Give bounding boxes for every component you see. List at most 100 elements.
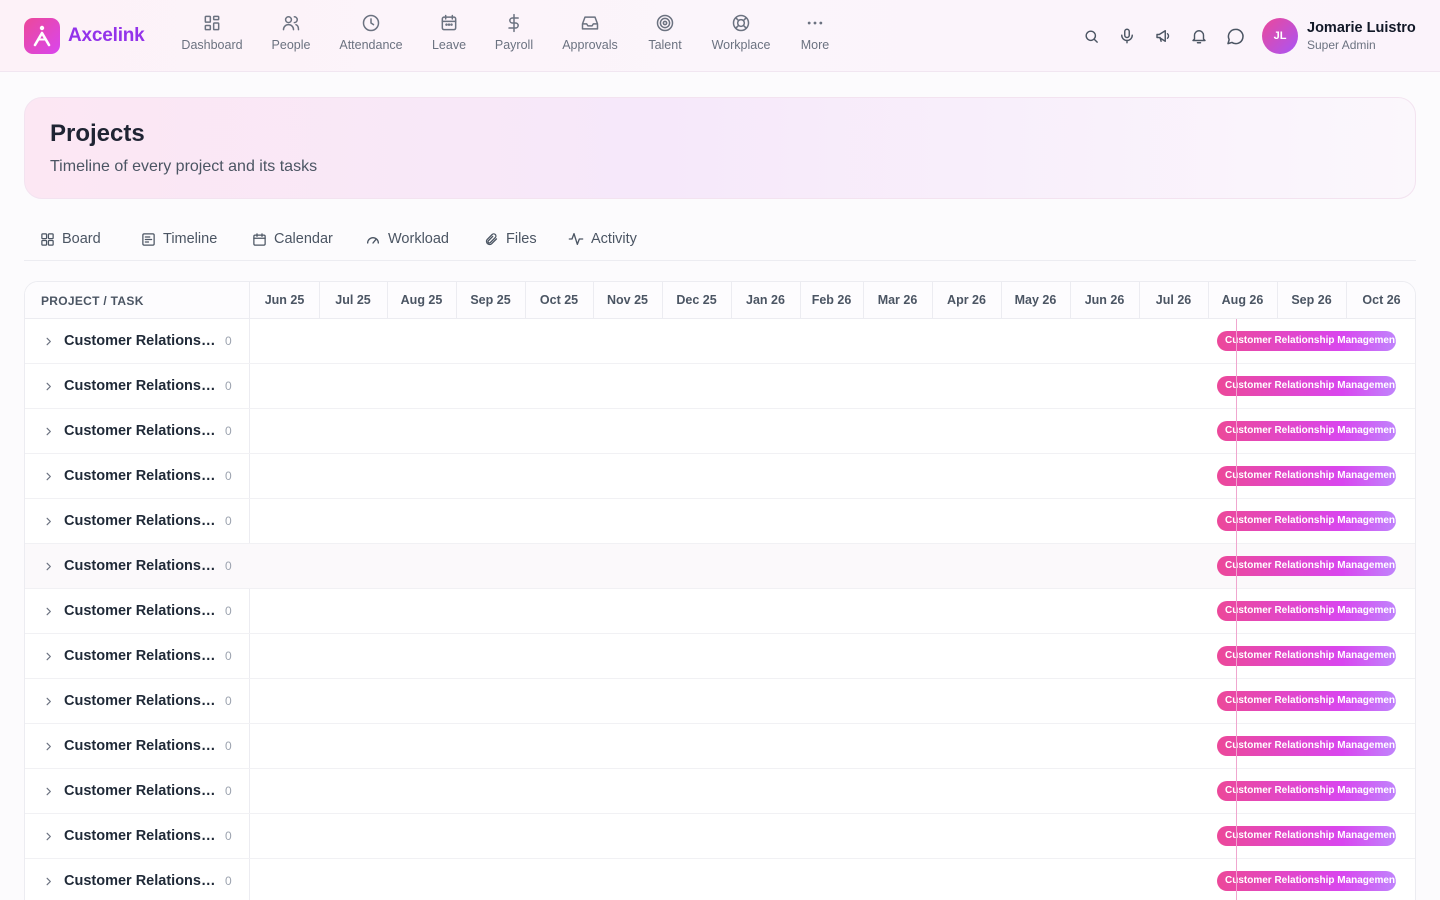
more-icon: [804, 12, 826, 34]
month-label: Sep 26: [1291, 293, 1332, 307]
project-name[interactable]: Customer Relationsh...: [64, 828, 220, 844]
project-name[interactable]: Customer Relationsh...: [64, 783, 220, 799]
project-name[interactable]: Customer Relationsh...: [64, 378, 220, 394]
project-name[interactable]: Customer Relationsh...: [64, 603, 220, 619]
month-label: Mar 26: [877, 293, 918, 307]
avatar[interactable]: JL: [1262, 18, 1298, 54]
table-row[interactable]: Customer Relationsh... 0 Customer Relation…: [25, 634, 1415, 679]
table-row[interactable]: Customer Relationsh... 0 Customer Relation…: [25, 409, 1415, 454]
chevron-right-icon[interactable]: [41, 874, 55, 888]
task-count: 0: [225, 604, 232, 618]
brand[interactable]: Axcelink: [24, 18, 145, 54]
top-bar: Axcelink Dashboard People Attendance Lea…: [0, 0, 1440, 72]
table-row[interactable]: Customer Relationsh... 0 Customer Relation…: [25, 859, 1415, 900]
tab-board[interactable]: Board: [38, 227, 101, 251]
project-bar[interactable]: Customer Relationship Management: [1217, 421, 1396, 441]
project-bar[interactable]: Customer Relationship Management: [1217, 511, 1396, 531]
table-row[interactable]: Customer Relationsh... 0 Customer Relation…: [25, 679, 1415, 724]
chevron-right-icon[interactable]: [41, 694, 55, 708]
chevron-right-icon[interactable]: [41, 604, 55, 618]
tab-timeline[interactable]: Timeline: [139, 227, 217, 251]
nav-attendance[interactable]: Attendance: [337, 12, 405, 58]
project-bar[interactable]: Customer Relationship Management: [1217, 376, 1396, 396]
project-bar[interactable]: Customer Relationship Management: [1217, 646, 1396, 666]
megaphone-icon[interactable]: [1151, 24, 1175, 48]
project-name[interactable]: Customer Relationsh...: [64, 558, 220, 574]
table-row[interactable]: Customer Relationsh... 0 Customer Relation…: [25, 769, 1415, 814]
page-subtitle: Timeline of every project and its tasks: [50, 158, 318, 175]
project-bar[interactable]: Customer Relationship Management: [1217, 331, 1396, 351]
chevron-right-icon[interactable]: [41, 424, 55, 438]
table-row[interactable]: Customer Relationsh... 0 Customer Relation…: [25, 544, 1415, 589]
project-name[interactable]: Customer Relationsh...: [64, 738, 220, 754]
project-bar[interactable]: Customer Relationship Management: [1217, 601, 1396, 621]
project-name[interactable]: Customer Relationsh...: [64, 513, 220, 529]
chevron-right-icon[interactable]: [41, 514, 55, 528]
table-row[interactable]: Customer Relationsh... 0 Customer Relation…: [25, 589, 1415, 634]
chevron-right-icon[interactable]: [41, 829, 55, 843]
tab-calendar[interactable]: Calendar: [250, 227, 333, 251]
month-divider: [525, 282, 526, 319]
project-bar[interactable]: Customer Relationship Management: [1217, 466, 1396, 486]
project-bar[interactable]: Customer Relationship Management: [1217, 736, 1396, 756]
month-label: Oct 25: [539, 293, 579, 307]
user-name[interactable]: Jomarie Luistro: [1307, 20, 1416, 36]
tab-files[interactable]: Files: [482, 227, 537, 251]
month-label: Aug 26: [1221, 293, 1264, 307]
project-name[interactable]: Customer Relationsh...: [64, 873, 220, 889]
project-name[interactable]: Customer Relationsh...: [64, 648, 220, 664]
project-bar[interactable]: Customer Relationship Management: [1217, 691, 1396, 711]
tab-calendar-label: Calendar: [274, 231, 333, 247]
calendar-icon: [250, 230, 268, 248]
nav-approvals[interactable]: Approvals: [560, 12, 620, 58]
task-count: 0: [225, 784, 232, 798]
month-label: Sep 25: [470, 293, 511, 307]
inbox-icon: [579, 12, 601, 34]
project-name[interactable]: Customer Relationsh...: [64, 468, 220, 484]
paperclip-icon: [482, 230, 500, 248]
chevron-right-icon[interactable]: [41, 334, 55, 348]
project-bar[interactable]: Customer Relationship Management: [1217, 871, 1396, 891]
dollar-icon: [503, 12, 525, 34]
chevron-right-icon[interactable]: [41, 469, 55, 483]
table-row[interactable]: Customer Relationsh... 0 Customer Relation…: [25, 814, 1415, 859]
project-bar[interactable]: Customer Relationship Management: [1217, 556, 1396, 576]
table-row[interactable]: Customer Relationsh... 0 Customer Relation…: [25, 724, 1415, 769]
nav-payroll-label: Payroll: [494, 38, 534, 52]
table-row[interactable]: Customer Relationsh... 0 Customer Relation…: [25, 319, 1415, 364]
month-divider: [863, 282, 864, 319]
lifebuoy-icon: [730, 12, 752, 34]
project-bar[interactable]: Customer Relationship Management: [1217, 781, 1396, 801]
chevron-right-icon[interactable]: [41, 379, 55, 393]
microphone-icon[interactable]: [1115, 24, 1139, 48]
table-row[interactable]: Customer Relationsh... 0 Customer Relation…: [25, 364, 1415, 409]
nav-people[interactable]: People: [266, 12, 316, 58]
search-icon[interactable]: [1079, 24, 1103, 48]
task-count: 0: [225, 829, 232, 843]
chevron-right-icon[interactable]: [41, 559, 55, 573]
month-divider: [1070, 282, 1071, 319]
timeline-header: PROJECT / TASK Jun 25 Jul 25 Aug 25 Sep 25 O…: [25, 282, 1415, 319]
project-bar[interactable]: Customer Relationship Management: [1217, 826, 1396, 846]
nav-dashboard[interactable]: Dashboard: [180, 12, 244, 58]
table-row[interactable]: Customer Relationsh... 0 Customer Relation…: [25, 454, 1415, 499]
project-name[interactable]: Customer Relationsh...: [64, 423, 220, 439]
project-name[interactable]: Customer Relationsh...: [64, 333, 220, 349]
chevron-right-icon[interactable]: [41, 784, 55, 798]
table-row[interactable]: Customer Relationsh... 0 Customer Relation…: [25, 499, 1415, 544]
nav-leave[interactable]: Leave: [428, 12, 470, 58]
nav-payroll[interactable]: Payroll: [492, 12, 536, 58]
nav-more[interactable]: More: [796, 12, 834, 58]
bell-icon[interactable]: [1187, 24, 1211, 48]
month-divider: [1208, 282, 1209, 319]
project-name[interactable]: Customer Relationsh...: [64, 693, 220, 709]
month-divider: [662, 282, 663, 319]
chat-icon[interactable]: [1223, 24, 1247, 48]
clock-icon: [360, 12, 382, 34]
chevron-right-icon[interactable]: [41, 739, 55, 753]
nav-talent[interactable]: Talent: [643, 12, 687, 58]
nav-workplace[interactable]: Workplace: [708, 12, 774, 58]
chevron-right-icon[interactable]: [41, 649, 55, 663]
tab-activity[interactable]: Activity: [567, 227, 637, 251]
tab-workload[interactable]: Workload: [364, 227, 449, 251]
